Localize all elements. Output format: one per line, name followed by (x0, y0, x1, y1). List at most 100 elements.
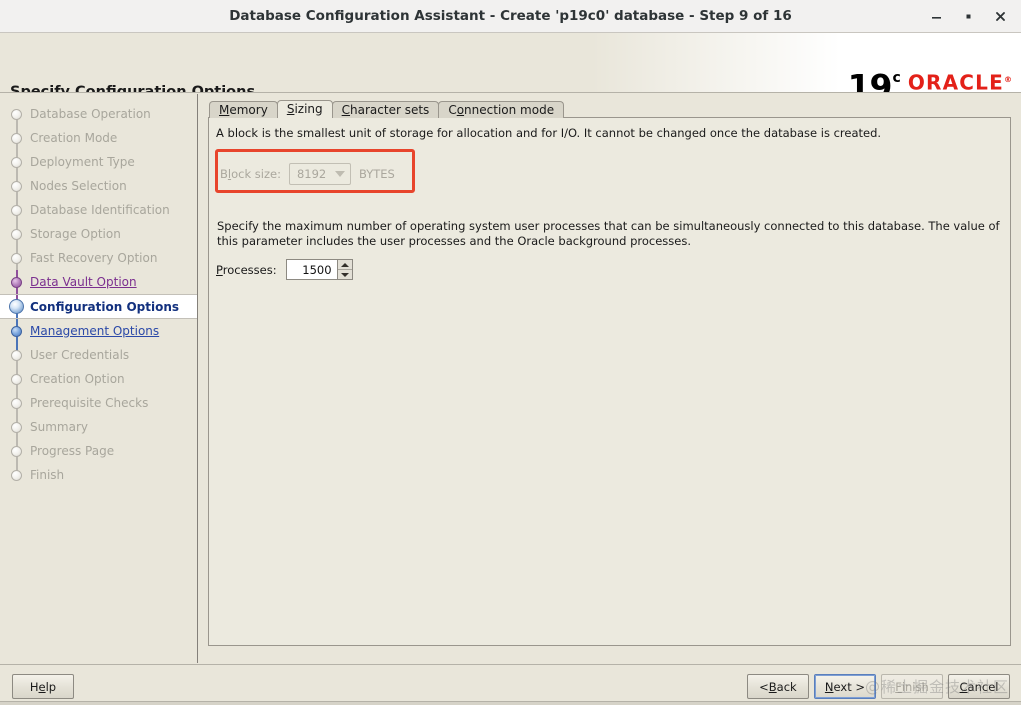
processes-input[interactable]: 1500 (287, 260, 337, 279)
dbca-window: Database Configuration Assistant - Creat… (0, 0, 1021, 705)
tab-memory[interactable]: Memory (209, 101, 278, 118)
window-title: Database Configuration Assistant - Creat… (229, 8, 792, 24)
sidebar-item-label: Creation Option (30, 372, 125, 386)
processes-label-mnemonic: P (216, 262, 223, 277)
tab-connection-mode-mnemonic: o (456, 103, 465, 117)
sidebar-item-user-credentials: User Credentials (0, 343, 197, 367)
stepper-up-icon[interactable] (337, 260, 352, 270)
sidebar-item-data-vault-option[interactable]: Data Vault Option (0, 270, 197, 294)
step-bullet-icon (11, 108, 22, 120)
step-bullet-icon (11, 373, 22, 385)
sidebar-item-label: Nodes Selection (30, 179, 127, 193)
logo-registered: ® (1004, 75, 1012, 84)
step-bullet-icon (11, 180, 22, 192)
cancel-button[interactable]: Cancel (948, 674, 1010, 699)
sidebar-item-label: Storage Option (30, 227, 121, 241)
page-header: Specify Configuration Options 19 c ORACL… (0, 33, 1021, 93)
sidebar-item-label: Data Vault Option (30, 275, 137, 289)
logo-superscript: c (892, 70, 901, 86)
block-size-label: Block size: (220, 167, 281, 181)
block-size-select[interactable]: 8192 (288, 163, 351, 185)
sidebar-item-label: Finish (30, 468, 65, 482)
tab-character-sets-label: haracter sets (350, 103, 430, 117)
minimize-icon[interactable] (921, 1, 951, 31)
sidebar-item-summary: Summary (0, 415, 197, 439)
title-bar: Database Configuration Assistant - Creat… (0, 0, 1021, 33)
chevron-down-icon (334, 171, 345, 177)
step-bullet-icon (11, 204, 22, 216)
sidebar-item-label: Database Identification (30, 203, 170, 217)
processes-description: Specify the maximum number of operating … (217, 219, 1000, 248)
sidebar-item-label: Database Operation (30, 107, 151, 121)
block-description: A block is the smallest unit of storage … (216, 126, 882, 140)
sizing-tab-panel: A block is the smallest unit of storage … (208, 117, 1011, 646)
step-bullet-icon (11, 421, 22, 433)
sidebar-item-creation-option: Creation Option (0, 367, 197, 391)
back-button[interactable]: < Back (746, 674, 809, 699)
tab-connection-mode[interactable]: Connection mode (438, 101, 565, 118)
sidebar-item-prerequisite-checks: Prerequisite Checks (0, 391, 197, 415)
sidebar-item-progress-page: Progress Page (0, 439, 197, 463)
tab-connection-mode-label-a: C (448, 103, 457, 117)
step-bullet-icon (11, 325, 22, 337)
sidebar-item-label: Deployment Type (30, 155, 135, 169)
sidebar-item-database-identification: Database Identification (0, 198, 197, 222)
processes-label: Processes: (216, 262, 277, 277)
step-bullet-icon (11, 252, 22, 264)
block-size-row: Block size: 8192 BYTES (220, 163, 395, 185)
window-controls (921, 0, 1015, 32)
tab-memory-mnemonic: M (219, 103, 230, 117)
tab-sizing[interactable]: Sizing (276, 100, 333, 118)
finish-button: Finish (881, 674, 943, 699)
step-bullet-icon (11, 276, 22, 288)
sidebar-item-label: Prerequisite Checks (30, 396, 149, 410)
sidebar-item-nodes-selection: Nodes Selection (0, 174, 197, 198)
step-bullet-icon (11, 445, 22, 457)
step-bullet-icon (11, 156, 22, 168)
step-bullet-icon (9, 299, 24, 314)
step-bullet-icon (11, 132, 22, 144)
next-button[interactable]: Next > (813, 674, 876, 699)
content-panel: Memory Sizing Character sets Connection … (199, 94, 1021, 663)
wizard-steps-sidebar: Database Operation Creation Mode Deploymen… (0, 94, 198, 663)
sidebar-item-creation-mode: Creation Mode (0, 126, 197, 150)
sidebar-item-finish: Finish (0, 463, 197, 487)
sidebar-item-label: Progress Page (30, 444, 115, 458)
step-bullet-icon (11, 397, 22, 409)
page-title: Specify Configuration Options (10, 84, 256, 93)
sidebar-item-deployment-type: Deployment Type (0, 150, 197, 174)
sidebar-item-database-operation: Database Operation (0, 102, 197, 126)
step-bullet-icon (11, 228, 22, 240)
sidebar-item-label: Summary (30, 420, 88, 434)
block-size-unit: BYTES (358, 167, 395, 181)
tab-connection-mode-label-b: nnection mode (464, 103, 555, 117)
sidebar-item-label: Configuration Options (30, 299, 180, 314)
oracle-logo: 19 c ORACLE® Database (847, 67, 1012, 93)
sidebar-item-fast-recovery-option: Fast Recovery Option (0, 246, 197, 270)
tab-strip: Memory Sizing Character sets Connection … (208, 100, 1011, 118)
stepper-down-icon[interactable] (337, 270, 352, 279)
tab-character-sets-mnemonic: C (341, 103, 351, 117)
block-size-value: 8192 (296, 167, 327, 181)
logo-brand: ORACLE® (907, 70, 1012, 93)
sidebar-item-configuration-options[interactable]: Configuration Options (0, 294, 197, 319)
sidebar-item-label: User Credentials (30, 348, 130, 362)
help-button[interactable]: He lp (12, 674, 74, 699)
processes-stepper-buttons (336, 260, 352, 279)
sidebar-item-label: Fast Recovery Option (30, 251, 158, 265)
sidebar-item-label: Management Options (30, 324, 160, 338)
processes-stepper[interactable]: 1500 (285, 259, 353, 280)
maximize-icon[interactable] (953, 1, 983, 31)
tab-sizing-label: izing (294, 102, 323, 116)
navigation-buttons: < Back Next > Finish Cancel (746, 674, 1010, 699)
sidebar-item-label: Creation Mode (30, 131, 118, 145)
step-bullet-icon (11, 469, 22, 481)
sidebar-item-management-options[interactable]: Management Options (0, 319, 197, 343)
tab-character-sets[interactable]: Character sets (331, 101, 440, 118)
tab-memory-label: emory (229, 103, 268, 117)
close-icon[interactable] (985, 1, 1015, 31)
logo-version: 19 (847, 67, 893, 93)
processes-row: Processes: 1500 (216, 259, 353, 280)
sidebar-item-storage-option: Storage Option (0, 222, 197, 246)
step-bullet-icon (11, 349, 22, 361)
